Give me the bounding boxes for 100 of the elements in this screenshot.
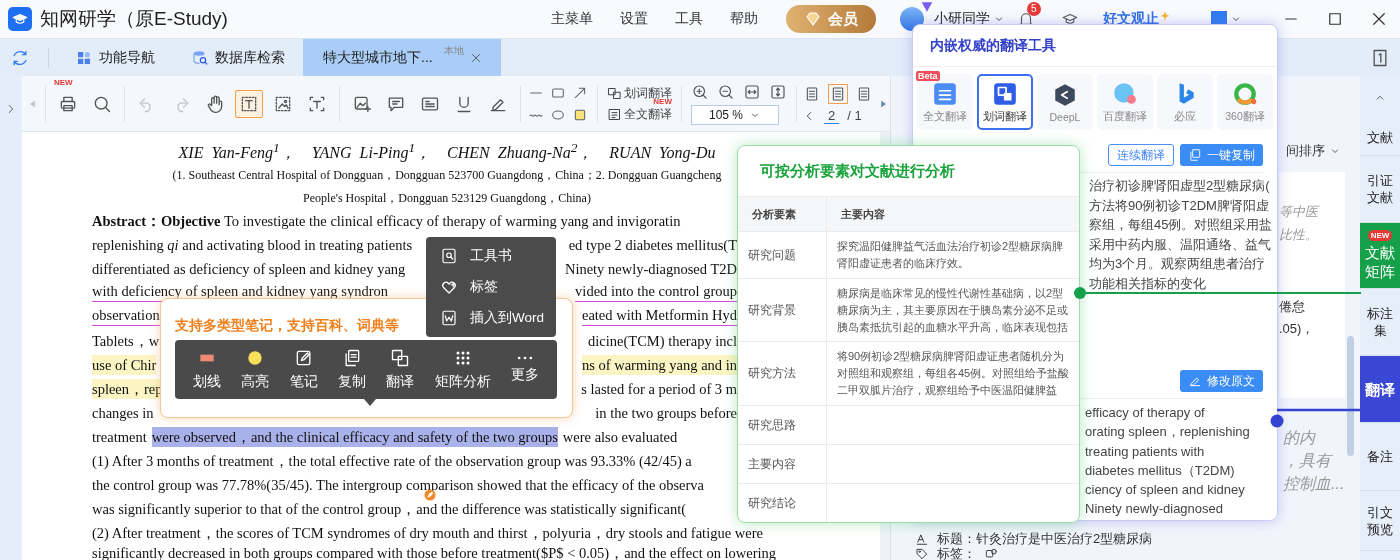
summary-text: 的内 <box>1283 428 1317 448</box>
hand-icon <box>205 93 225 114</box>
menu-item[interactable]: 主菜单 <box>551 10 593 28</box>
word-document-icon <box>440 308 458 327</box>
table-cell: 主要内容 <box>738 444 827 484</box>
document-text: significantly decreased in both groups compared with those before treatment($P$ < 0.05)，and the effect on lowering <box>92 545 777 560</box>
note-action-button[interactable]: 更多 <box>510 355 539 384</box>
sidebar-tab[interactable]: 备注 <box>1360 423 1400 491</box>
translator-button[interactable]: 划词翻译 <box>977 74 1033 130</box>
table-cell: 研究结论 <box>738 483 827 522</box>
zoom-out-icon[interactable] <box>717 82 735 101</box>
menu-item[interactable]: 工具 <box>675 10 703 28</box>
maximize-icon[interactable] <box>1326 10 1344 28</box>
translator-button[interactable]: Beta 全文翻译 <box>917 74 973 130</box>
translator-button[interactable]: 360翻译 <box>1217 74 1273 130</box>
translated-text: efficacy of therapy of <box>1085 404 1206 422</box>
document-text: Abstract：Objective To investigate the clinical efficacy of therapy of warming yang and invigoratin <box>92 213 681 229</box>
text-style-icon <box>915 532 929 546</box>
text-cursor-tool[interactable] <box>235 89 263 118</box>
source-text: 功能相关指标的变化 <box>1089 274 1207 293</box>
popup-title: 内嵌权威的翻译工具 <box>913 25 1277 67</box>
full-translate-button[interactable]: 全文翻译 <box>607 105 672 123</box>
new-label: NEW <box>54 77 73 87</box>
source-text: 均为3个月。观察两组患者治疗 <box>1089 255 1267 273</box>
continuous-translate-button[interactable]: 连续翻译 <box>1108 144 1174 166</box>
sidebar-tab[interactable]: 文献 <box>1360 119 1400 156</box>
source-text: 治疗初诊脾肾阳虚型2型糖尿病( <box>1089 177 1271 195</box>
copy-icon <box>1188 148 1202 162</box>
sidebar-tab[interactable]: NEW 文献矩阵 <box>1360 223 1400 289</box>
context-menu-item[interactable]: 插入到Word <box>426 307 556 328</box>
tags-label: 标签： <box>937 547 976 560</box>
document-text: was significantly superior to that of the control group，and the difference was statistically significant( <box>92 501 687 517</box>
document-text: treatment <box>92 429 147 445</box>
tag-add-icon[interactable] <box>984 547 998 560</box>
note-action-button[interactable]: 高亮 <box>241 348 270 391</box>
table-cell: 研究背景 <box>738 278 827 342</box>
popup-title: 支持多类型笔记，支持百科、词典等 <box>175 317 399 335</box>
note-action-button[interactable]: 划线 <box>193 348 222 391</box>
document-icon <box>607 106 622 122</box>
translator-button[interactable]: DeepL <box>1037 74 1093 130</box>
document-text: changes in <box>92 405 154 421</box>
zoom-select[interactable]: 105 % <box>691 104 779 125</box>
page-view-icon <box>804 85 820 102</box>
document-text: the control group was 77.78%(35/45). The intergroup comparison showed that the efficacy of the observa <box>92 477 705 493</box>
sidebar-tab[interactable]: 引文预览 <box>1360 491 1400 551</box>
tab[interactable]: 数据库检索 <box>173 39 303 76</box>
translated-text: orating spleen，replenishing <box>1085 423 1251 442</box>
close-icon[interactable] <box>1370 10 1388 28</box>
page-number-field[interactable]: 2 <box>824 107 840 124</box>
document-text: in the two groups before <box>595 405 737 421</box>
menu-item[interactable]: 设置 <box>620 10 648 28</box>
fit-width-icon[interactable] <box>743 82 761 101</box>
view-mode-button[interactable] <box>828 83 848 104</box>
local-label: 本地 <box>444 44 464 58</box>
summary-text: 等中医 <box>1279 203 1321 221</box>
v-badge-icon <box>920 0 934 14</box>
zoom-in-icon[interactable] <box>691 82 709 101</box>
translate-icon <box>390 348 411 368</box>
note-action-button[interactable]: 翻译 <box>386 348 415 391</box>
document-text: ed type 2 diabetes mellitus(T <box>568 237 737 253</box>
translated-text: treating patients with <box>1085 442 1206 461</box>
translator-button[interactable]: 百度翻译 <box>1097 74 1153 130</box>
document-text: (1. Southeast Central Hospital of Dongguan，Dongguan 523700 Guangdong，China；2. Dongguan Guangcheng <box>172 168 722 181</box>
document-text: Ninety newly-diagnosed T2D <box>564 261 737 277</box>
document-text: dicine(TCM) therapy incl <box>588 333 737 349</box>
source-text: 方法将90例初诊T2DM脾肾阳虚 <box>1089 196 1270 215</box>
translate-icon <box>607 85 622 101</box>
selected-text: were observed，and the clinical efficacy and safety of the two groups <box>151 426 558 448</box>
fit-height-icon[interactable] <box>769 82 787 101</box>
context-menu-item[interactable]: 标签 <box>426 277 556 297</box>
sparkle-icon <box>1159 10 1171 22</box>
summary-text: 控制血... <box>1283 474 1346 494</box>
menu-item[interactable]: 帮助 <box>730 10 758 28</box>
database-search-icon <box>191 48 209 67</box>
tab[interactable]: 功能导航 <box>57 39 173 76</box>
column-header: 主要内容 <box>826 197 1079 232</box>
book-search-icon <box>440 247 458 266</box>
tab[interactable]: 特大型城市地下... 本地 <box>303 39 501 76</box>
source-text: 采用中药内服、温阳通络、益气 <box>1089 235 1272 254</box>
note-action-button[interactable]: 笔记 <box>289 348 318 391</box>
app-title: 知网研学（原E-Study) <box>40 7 228 31</box>
context-menu-item[interactable]: 工具书 <box>426 246 556 267</box>
title-text: 标题：针灸治疗是中医治疗2型糖尿病 <box>937 531 1153 547</box>
translated-text: Ninety newly-diagnosed <box>1085 500 1225 519</box>
highlighted-text: ns of warming yang and in <box>581 354 737 376</box>
document-text: Tablets，w <box>92 333 160 349</box>
document-text: People's Hospital，Dongguan 523129 Guangdong，China) <box>303 191 591 204</box>
avatar[interactable] <box>900 7 924 31</box>
sidebar-tab[interactable]: 翻译 <box>1360 356 1400 423</box>
notification-badge: 5 <box>1027 2 1041 16</box>
result-text: .05)， <box>1279 320 1316 338</box>
note-action-button[interactable]: 矩阵分析 <box>434 348 491 391</box>
table-cell: 将90例初诊2型糖尿病脾肾阳虚证患者随机分为对照组和观察组，每组各45例。对照组给予盐酸二甲双胍片治疗，观察组给予中医温阳健脾益 <box>826 341 1079 406</box>
note-action-button[interactable]: 复制 <box>338 348 366 391</box>
summary-text: ，具有 <box>1283 451 1334 471</box>
sort-label[interactable]: 间排序 <box>1286 142 1325 160</box>
scrollbar[interactable] <box>1347 336 1354 456</box>
summary-text: 比性。 <box>1279 226 1319 244</box>
document-text: replenishing qi and activating blood in treating patients <box>92 237 413 253</box>
translator-button[interactable]: 必应 <box>1157 74 1213 130</box>
